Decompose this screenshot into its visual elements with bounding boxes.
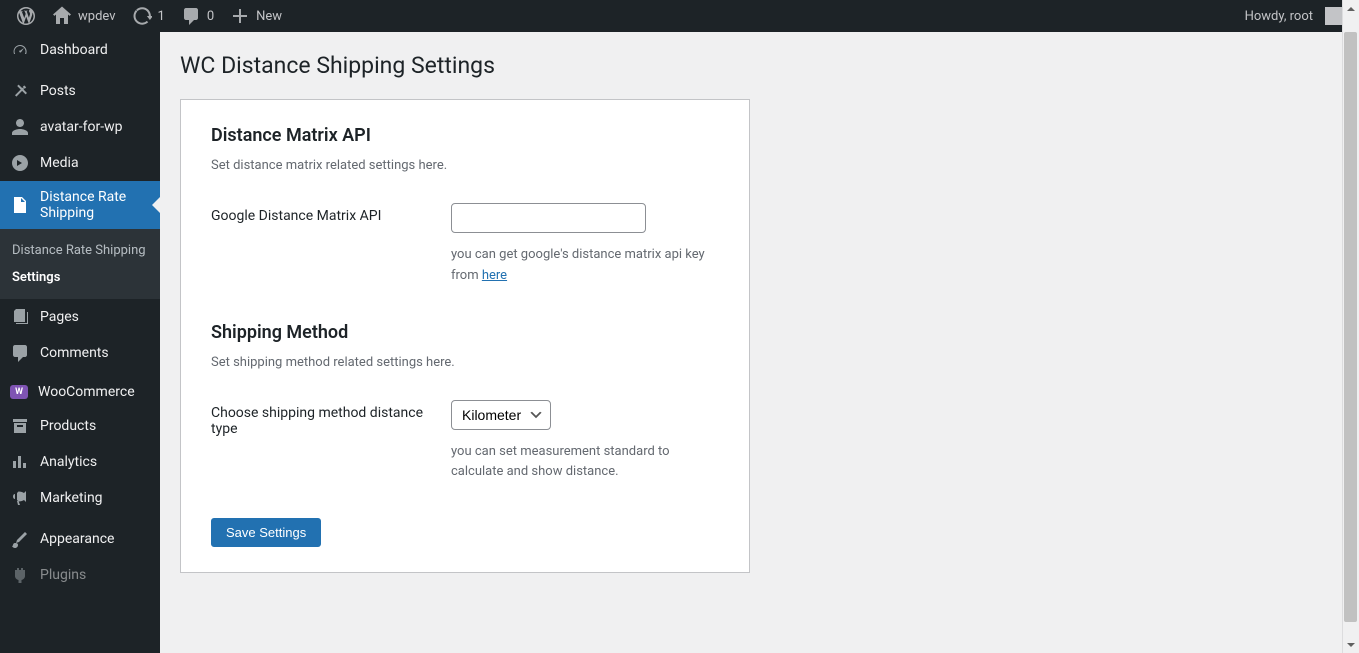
sidebar-item-label: Distance Rate Shipping <box>40 189 152 221</box>
sidebar-item-label: Appearance <box>40 531 114 547</box>
sidebar-item-label: Posts <box>40 83 76 99</box>
sidebar-item-label: Media <box>40 155 79 171</box>
admin-bar: wpdev 1 0 New Howdy, root <box>0 0 1359 32</box>
sidebar-item-products[interactable]: Products <box>0 408 160 444</box>
sidebar-item-pages[interactable]: Pages <box>0 299 160 335</box>
google-api-key-input[interactable] <box>451 203 646 233</box>
site-name-label: wpdev <box>78 9 116 24</box>
sidebar-item-posts[interactable]: Posts <box>0 73 160 109</box>
field-help-text: you can set measurement standard to calc… <box>451 442 719 484</box>
sidebar-item-avatar-for-wp[interactable]: avatar-for-wp <box>0 109 160 145</box>
brush-icon <box>10 529 30 549</box>
howdy-label: Howdy, root <box>1245 9 1313 24</box>
new-label: New <box>256 9 282 24</box>
form-label-distance-type: Choose shipping method distance type <box>211 400 431 437</box>
sidebar-item-label: Marketing <box>40 490 103 506</box>
form-label-api: Google Distance Matrix API <box>211 203 431 224</box>
submenu: Distance Rate Shipping Settings <box>0 229 160 299</box>
form-row-distance-type: Choose shipping method distance type Kil… <box>211 400 719 484</box>
section-title-shipping: Shipping Method <box>211 322 719 343</box>
sidebar-item-label: Products <box>40 418 96 434</box>
comments-menu[interactable]: 0 <box>173 0 222 32</box>
form-field: you can get google's distance matrix api… <box>451 203 719 287</box>
sidebar-item-comments[interactable]: Comments <box>0 335 160 371</box>
settings-card: Distance Matrix API Set distance matrix … <box>180 99 750 573</box>
sidebar-item-distance-rate-shipping[interactable]: Distance Rate Shipping <box>0 181 160 229</box>
sidebar-item-label: avatar-for-wp <box>40 119 122 135</box>
sidebar-item-media[interactable]: Media <box>0 145 160 181</box>
sidebar-item-label: Comments <box>40 345 109 361</box>
comments-icon <box>10 343 30 363</box>
dashboard-icon <box>10 40 30 60</box>
sidebar-item-analytics[interactable]: Analytics <box>0 444 160 480</box>
admin-sidebar: Dashboard Posts avatar-for-wp Media Dis <box>0 32 160 653</box>
updates-menu[interactable]: 1 <box>124 0 173 32</box>
update-icon <box>132 6 152 26</box>
distance-type-select[interactable]: Kilometer <box>451 400 551 430</box>
updates-count: 1 <box>158 9 165 24</box>
page-title: WC Distance Shipping Settings <box>180 52 1339 79</box>
site-name-menu[interactable]: wpdev <box>44 0 124 32</box>
save-settings-button[interactable]: Save Settings <box>211 518 321 547</box>
new-content-menu[interactable]: New <box>222 0 290 32</box>
pin-icon <box>10 81 30 101</box>
plugin-icon <box>10 565 30 585</box>
sidebar-item-woocommerce[interactable]: W WooCommerce <box>0 376 160 408</box>
page-icon <box>10 195 30 215</box>
admin-bar-left: wpdev 1 0 New <box>8 0 290 32</box>
sidebar-item-label: Dashboard <box>40 42 108 58</box>
sidebar-item-label: Pages <box>40 309 79 325</box>
main-content: WC Distance Shipping Settings Distance M… <box>160 32 1359 653</box>
scrollbar-down-arrow[interactable] <box>1342 636 1359 653</box>
sidebar-item-label: Plugins <box>40 567 86 583</box>
section-desc: Set distance matrix related settings her… <box>211 158 719 173</box>
form-field: Kilometer you can set measurement standa… <box>451 400 719 484</box>
scrollbar-thumb[interactable] <box>1344 32 1357 622</box>
api-key-link[interactable]: here <box>482 268 507 283</box>
home-icon <box>52 6 72 26</box>
avatar <box>1325 7 1343 25</box>
sidebar-item-label: WooCommerce <box>38 384 135 400</box>
person-icon <box>10 117 30 137</box>
comment-icon <box>181 6 201 26</box>
sidebar-item-plugins[interactable]: Plugins <box>0 557 160 593</box>
wordpress-icon <box>16 6 36 26</box>
archive-icon <box>10 416 30 436</box>
pages-icon <box>10 307 30 327</box>
my-account-menu[interactable]: Howdy, root <box>1237 0 1351 32</box>
woocommerce-icon: W <box>10 385 28 399</box>
plus-icon <box>230 6 250 26</box>
sidebar-item-label: Analytics <box>40 454 97 470</box>
media-icon <box>10 153 30 173</box>
field-help-text: you can get google's distance matrix api… <box>451 245 719 287</box>
submenu-item-distance-rate-shipping[interactable]: Distance Rate Shipping <box>0 237 160 264</box>
comments-count: 0 <box>207 9 214 24</box>
section-title-api: Distance Matrix API <box>211 125 719 146</box>
section-desc: Set shipping method related settings her… <box>211 355 719 370</box>
scrollbar[interactable] <box>1342 0 1359 653</box>
sidebar-item-dashboard[interactable]: Dashboard <box>0 32 160 68</box>
scrollbar-up-arrow[interactable] <box>1342 0 1359 17</box>
wp-logo-menu[interactable] <box>8 0 44 32</box>
chart-bar-icon <box>10 452 30 472</box>
admin-bar-right: Howdy, root <box>1237 0 1351 32</box>
sidebar-item-appearance[interactable]: Appearance <box>0 521 160 557</box>
form-row-api-key: Google Distance Matrix API you can get g… <box>211 203 719 287</box>
sidebar-item-marketing[interactable]: Marketing <box>0 480 160 516</box>
submenu-item-settings[interactable]: Settings <box>0 264 160 291</box>
megaphone-icon <box>10 488 30 508</box>
